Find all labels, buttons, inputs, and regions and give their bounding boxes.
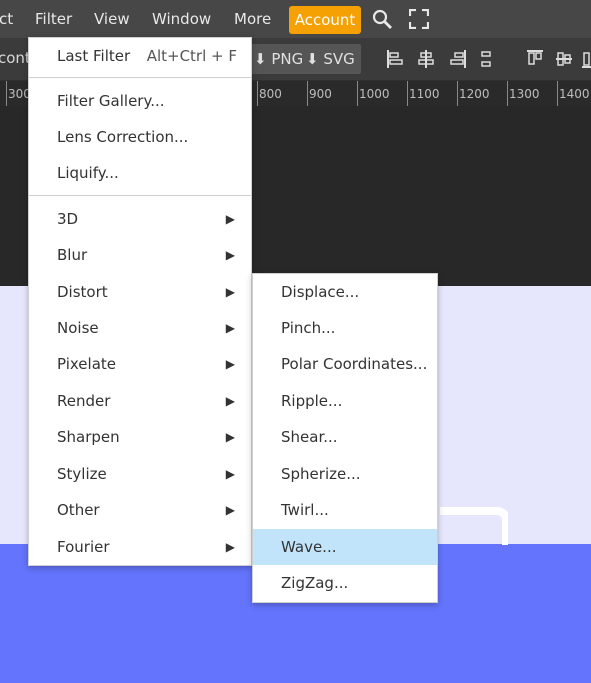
account-button[interactable]: Account xyxy=(289,6,361,34)
align-middle-icon[interactable] xyxy=(556,50,572,68)
menu-bar: ct Filter View Window More Account xyxy=(0,0,591,38)
distribute-vertical-icon[interactable] xyxy=(478,50,494,68)
menu-divider xyxy=(29,77,251,78)
menu-item-label: Other xyxy=(57,501,100,519)
submenu-arrow-icon: ▶ xyxy=(225,394,235,408)
menu-item-ripple[interactable]: Ripple... xyxy=(253,383,437,419)
menu-item-3d[interactable]: 3D ▶ xyxy=(29,201,251,237)
menu-item-label: Stylize xyxy=(57,465,107,483)
menu-item-label: 3D xyxy=(57,210,79,228)
menu-item-pinch[interactable]: Pinch... xyxy=(253,310,437,346)
align-right-icon[interactable] xyxy=(450,50,466,68)
menu-item-polar-coordinates[interactable]: Polar Coordinates... xyxy=(253,346,437,382)
menu-item-last-filter[interactable]: Last Filter Alt+Ctrl + F xyxy=(29,38,251,74)
menu-item-label: Filter Gallery... xyxy=(57,92,165,110)
menu-item-label: Distort xyxy=(57,283,108,301)
menu-item-blur[interactable]: Blur ▶ xyxy=(29,237,251,273)
menu-item-filter-gallery[interactable]: Filter Gallery... xyxy=(29,83,251,119)
menu-item-wave[interactable]: Wave... xyxy=(253,529,437,565)
menu-item-other[interactable]: Other ▶ xyxy=(29,492,251,528)
canvas-shape[interactable] xyxy=(436,505,508,545)
menu-item-label: ZigZag... xyxy=(281,574,349,592)
submenu-arrow-icon: ▶ xyxy=(225,467,235,481)
menu-item-label: Ripple... xyxy=(281,392,343,410)
submenu-arrow-icon: ▶ xyxy=(225,357,235,371)
align-left-icon[interactable] xyxy=(387,50,403,68)
submenu-arrow-icon: ▶ xyxy=(225,212,235,226)
menu-item-displace[interactable]: Displace... xyxy=(253,274,437,310)
ruler-label: 800 xyxy=(259,87,282,101)
align-bottom-icon[interactable] xyxy=(582,50,591,68)
download-icon: ⬇ xyxy=(254,50,267,68)
menu-divider xyxy=(29,195,251,196)
submenu-arrow-icon: ▶ xyxy=(225,285,235,299)
ruler-label: 1200 xyxy=(459,87,490,101)
search-icon[interactable] xyxy=(372,9,392,29)
menu-filter[interactable]: Filter xyxy=(35,0,72,38)
download-icon: ⬇ xyxy=(306,50,319,68)
submenu-arrow-icon: ▶ xyxy=(225,503,235,517)
ruler-label: 1300 xyxy=(509,87,540,101)
menu-view[interactable]: View xyxy=(94,0,130,38)
menu-item-shear[interactable]: Shear... xyxy=(253,419,437,455)
submenu-arrow-icon: ▶ xyxy=(225,248,235,262)
align-center-icon[interactable] xyxy=(418,50,434,68)
ruler-label: 1000 xyxy=(359,87,390,101)
align-top-icon[interactable] xyxy=(527,50,543,68)
menu-item-spherize[interactable]: Spherize... xyxy=(253,456,437,492)
distort-submenu: Displace... Pinch... Polar Coordinates..… xyxy=(252,273,438,603)
menu-window[interactable]: Window xyxy=(152,0,211,38)
menu-edit-partial[interactable]: ct xyxy=(0,0,13,38)
submenu-arrow-icon: ▶ xyxy=(225,540,235,554)
menu-item-label: Blur xyxy=(57,246,88,264)
menu-item-sharpen[interactable]: Sharpen ▶ xyxy=(29,419,251,455)
menu-item-liquify[interactable]: Liquify... xyxy=(29,155,251,191)
svg-label: SVG xyxy=(323,50,355,68)
ruler-label: 1400 xyxy=(559,87,590,101)
menu-item-label: Pixelate xyxy=(57,355,116,373)
menu-item-label: Render xyxy=(57,392,111,410)
menu-more[interactable]: More xyxy=(234,0,271,38)
menu-item-fourier[interactable]: Fourier ▶ xyxy=(29,529,251,565)
last-filter-shortcut: Alt+Ctrl + F xyxy=(146,47,237,65)
ruler-label: 1100 xyxy=(409,87,440,101)
ruler-label: 900 xyxy=(309,87,332,101)
menu-item-label: Twirl... xyxy=(281,501,329,519)
last-filter-label: Last Filter xyxy=(57,47,131,65)
menu-item-label: Liquify... xyxy=(57,164,119,182)
menu-item-twirl[interactable]: Twirl... xyxy=(253,492,437,528)
menu-item-label: Shear... xyxy=(281,428,338,446)
toolbar-option-label: cont xyxy=(0,49,31,67)
png-label: PNG xyxy=(271,50,304,68)
menu-item-pixelate[interactable]: Pixelate ▶ xyxy=(29,346,251,382)
export-svg-button[interactable]: ⬇ SVG xyxy=(302,44,361,74)
menu-item-zigzag[interactable]: ZigZag... xyxy=(253,565,437,601)
menu-item-label: Wave... xyxy=(281,538,337,556)
menu-item-label: Fourier xyxy=(57,538,110,556)
menu-item-render[interactable]: Render ▶ xyxy=(29,383,251,419)
menu-item-label: Polar Coordinates... xyxy=(281,355,428,373)
submenu-arrow-icon: ▶ xyxy=(225,321,235,335)
export-png-button[interactable]: ⬇ PNG xyxy=(250,44,310,74)
menu-item-label: Noise xyxy=(57,319,99,337)
menu-item-lens-correction[interactable]: Lens Correction... xyxy=(29,119,251,155)
menu-item-label: Sharpen xyxy=(57,428,120,446)
filter-menu: Last Filter Alt+Ctrl + F Filter Gallery.… xyxy=(28,37,252,566)
submenu-arrow-icon: ▶ xyxy=(225,430,235,444)
menu-item-label: Spherize... xyxy=(281,465,361,483)
menu-item-stylize[interactable]: Stylize ▶ xyxy=(29,456,251,492)
menu-item-label: Pinch... xyxy=(281,319,336,337)
menu-item-noise[interactable]: Noise ▶ xyxy=(29,310,251,346)
menu-item-distort[interactable]: Distort ▶ xyxy=(29,274,251,310)
menu-item-label: Displace... xyxy=(281,283,360,301)
fullscreen-icon[interactable] xyxy=(409,9,429,29)
menu-item-label: Lens Correction... xyxy=(57,128,189,146)
